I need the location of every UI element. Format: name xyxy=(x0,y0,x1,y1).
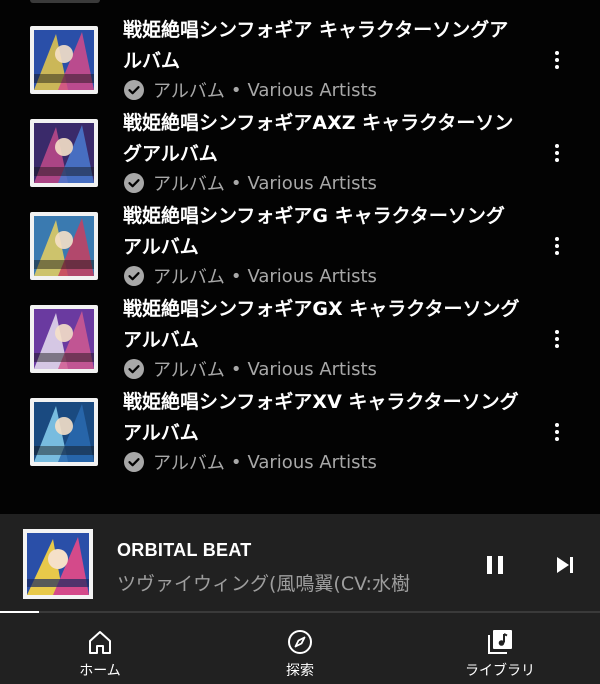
more-vert-icon xyxy=(555,50,559,71)
album-meta: アルバム • Various Artists xyxy=(123,76,377,104)
album-meta: アルバム • Various Artists xyxy=(123,262,377,290)
album-meta: アルバム • Various Artists xyxy=(123,448,377,476)
verified-check-icon xyxy=(124,266,144,286)
album-title[interactable]: 戦姫絶唱シンフォギアGX キャラクターソングアルバム xyxy=(123,294,523,356)
album-artist: Various Artists xyxy=(247,451,377,473)
verified-check-icon xyxy=(124,80,144,100)
album-type: アルバム xyxy=(153,453,225,474)
album-title[interactable]: 戦姫絶唱シンフォギアAXZ キャラクターソングアルバム xyxy=(123,108,523,170)
verified-check-icon xyxy=(124,173,144,193)
nav-item-label: ライブラリ xyxy=(465,663,535,679)
album-artist: Various Artists xyxy=(247,172,377,194)
album-meta: アルバム • Various Artists xyxy=(123,169,377,197)
album-type: アルバム xyxy=(153,174,225,195)
more-options-button[interactable] xyxy=(545,420,569,444)
pause-button[interactable] xyxy=(480,550,510,580)
album-artist: Various Artists xyxy=(247,358,377,380)
more-options-button[interactable] xyxy=(545,234,569,258)
nav-item-home[interactable]: ホーム xyxy=(0,613,200,684)
more-vert-icon xyxy=(555,143,559,164)
more-vert-icon xyxy=(555,236,559,257)
album-artwork xyxy=(30,212,98,280)
album-title[interactable]: 戦姫絶唱シンフォギア キャラクターソングアルバム xyxy=(123,15,523,77)
nav-item-label: 探索 xyxy=(286,663,314,679)
now-playing-artist[interactable]: ツヴァイウィング(風鳴翼(CV:水樹 xyxy=(117,569,447,596)
now-playing-title[interactable]: ORBITAL BEAT xyxy=(117,540,252,561)
album-type: アルバム xyxy=(153,267,225,288)
home-icon xyxy=(89,631,111,654)
library-music-icon xyxy=(488,630,512,654)
skip-next-icon xyxy=(557,557,573,573)
next-button[interactable] xyxy=(550,550,580,580)
verified-check-icon xyxy=(124,359,144,379)
album-artwork xyxy=(30,26,98,94)
now-playing-artwork xyxy=(23,529,93,599)
album-title[interactable]: 戦姫絶唱シンフォギアG キャラクターソングアルバム xyxy=(123,201,523,263)
album-meta: アルバム • Various Artists xyxy=(123,355,377,383)
more-options-button[interactable] xyxy=(545,141,569,165)
meta-separator: • xyxy=(230,451,242,473)
meta-separator: • xyxy=(230,358,242,380)
nav-item-label: ホーム xyxy=(79,663,121,679)
bottom-navigation: ホーム 探索 ライブラリ xyxy=(0,613,600,684)
meta-separator: • xyxy=(230,172,242,194)
album-row[interactable]: 戦姫絶唱シンフォギアGX キャラクターソングアルバム アルバム • Variou… xyxy=(0,289,600,382)
album-title[interactable]: 戦姫絶唱シンフォギアXV キャラクターソングアルバム xyxy=(123,387,523,449)
album-artist: Various Artists xyxy=(247,265,377,287)
meta-separator: • xyxy=(230,265,242,287)
more-vert-icon xyxy=(555,329,559,350)
meta-separator: • xyxy=(230,79,242,101)
nav-item-library[interactable]: ライブラリ xyxy=(400,613,600,684)
album-row[interactable]: 戦姫絶唱シンフォギアG キャラクターソングアルバム アルバム • Various… xyxy=(0,196,600,289)
nav-item-explore[interactable]: 探索 xyxy=(200,613,400,684)
album-row[interactable]: 戦姫絶唱シンフォギアAXZ キャラクターソングアルバム アルバム • Vario… xyxy=(0,103,600,196)
compass-icon xyxy=(288,630,312,654)
album-row[interactable]: 戦姫絶唱シンフォギアXV キャラクターソングアルバム アルバム • Variou… xyxy=(0,382,600,475)
album-type: アルバム xyxy=(153,81,225,102)
verified-check-icon xyxy=(124,452,144,472)
previous-row-edge xyxy=(30,0,100,3)
album-type: アルバム xyxy=(153,360,225,381)
album-artwork xyxy=(30,305,98,373)
more-options-button[interactable] xyxy=(545,327,569,351)
album-row[interactable]: 戦姫絶唱シンフォギア キャラクターソングアルバム アルバム • Various … xyxy=(0,10,600,103)
album-artwork xyxy=(30,398,98,466)
pause-icon xyxy=(487,556,503,574)
album-artwork xyxy=(30,119,98,187)
more-vert-icon xyxy=(555,422,559,443)
mini-player[interactable]: ORBITAL BEAT ツヴァイウィング(風鳴翼(CV:水樹 xyxy=(0,514,600,611)
album-artist: Various Artists xyxy=(247,79,377,101)
more-options-button[interactable] xyxy=(545,48,569,72)
